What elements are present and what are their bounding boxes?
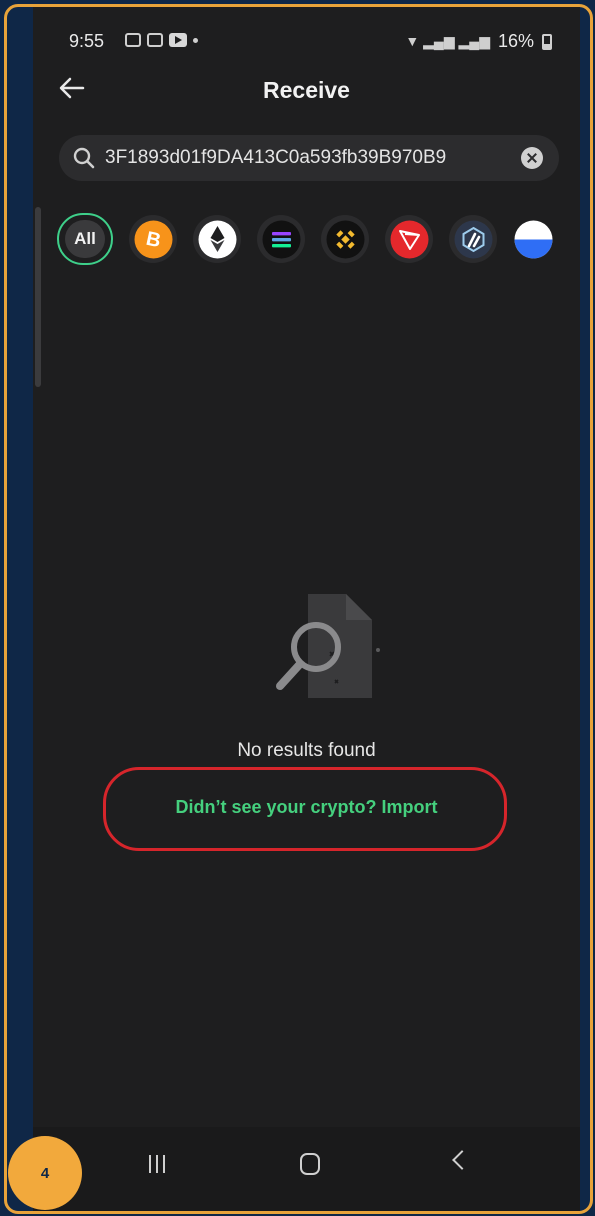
no-results-message: No results found bbox=[237, 740, 376, 761]
recent-apps-button[interactable] bbox=[149, 1155, 165, 1173]
chip-all[interactable]: All bbox=[57, 213, 113, 265]
status-bar: 9:55 ▼ ▂▄▆ ▂▄▆ 16% bbox=[33, 29, 580, 59]
battery-percent: 16% bbox=[497, 31, 534, 51]
chip-arbitrum[interactable] bbox=[449, 215, 497, 263]
ethereum-icon bbox=[198, 220, 236, 258]
search-input[interactable] bbox=[105, 147, 521, 169]
half-circle-icon bbox=[514, 220, 553, 258]
import-crypto-link[interactable]: Didn’t see your crypto? Import bbox=[33, 797, 580, 818]
arbitrum-icon bbox=[454, 220, 492, 258]
chip-all-label: All bbox=[65, 220, 105, 258]
screenshot-icon bbox=[147, 33, 163, 47]
chip-ethereum[interactable] bbox=[193, 215, 241, 263]
search-icon bbox=[59, 135, 105, 181]
chip-tron[interactable] bbox=[385, 215, 433, 263]
network-filter-chips: All B bbox=[57, 213, 554, 265]
youtube-icon bbox=[169, 33, 187, 47]
system-navigation-bar bbox=[33, 1127, 580, 1211]
screenshot-frame: 9:55 ▼ ▂▄▆ ▂▄▆ 16% Receive 3F1893d01f9DA… bbox=[4, 4, 593, 1214]
status-notification-icons bbox=[125, 33, 198, 47]
chip-solana[interactable] bbox=[257, 215, 305, 263]
more-notifications-icon bbox=[193, 37, 198, 43]
nav-back-button[interactable] bbox=[452, 1150, 472, 1170]
step-number-badge: 4 bbox=[8, 1136, 82, 1210]
battery-icon bbox=[542, 33, 552, 50]
home-button[interactable] bbox=[300, 1153, 320, 1175]
chip-bnb[interactable] bbox=[321, 215, 369, 263]
header: Receive bbox=[33, 69, 580, 113]
tron-icon bbox=[390, 220, 428, 258]
bnb-icon bbox=[326, 220, 364, 258]
signal-icons: ▼ ▂▄▆ ▂▄▆ bbox=[405, 33, 490, 49]
bitcoin-icon: B bbox=[134, 220, 172, 258]
no-results-illustration bbox=[248, 592, 388, 702]
solana-icon bbox=[262, 220, 300, 258]
screenshot-icon bbox=[125, 33, 141, 47]
status-system-icons: ▼ ▂▄▆ ▂▄▆ 16% bbox=[405, 31, 552, 52]
chip-more-network[interactable] bbox=[513, 219, 554, 260]
phone-screen: 9:55 ▼ ▂▄▆ ▂▄▆ 16% Receive 3F1893d01f9DA… bbox=[33, 7, 580, 1211]
clear-search-icon[interactable] bbox=[521, 147, 543, 169]
search-bar bbox=[59, 135, 559, 181]
page-title: Receive bbox=[263, 77, 350, 103]
status-time: 9:55 bbox=[69, 31, 105, 51]
edge-panel-handle[interactable] bbox=[35, 207, 41, 387]
chip-bitcoin[interactable]: B bbox=[129, 215, 177, 263]
